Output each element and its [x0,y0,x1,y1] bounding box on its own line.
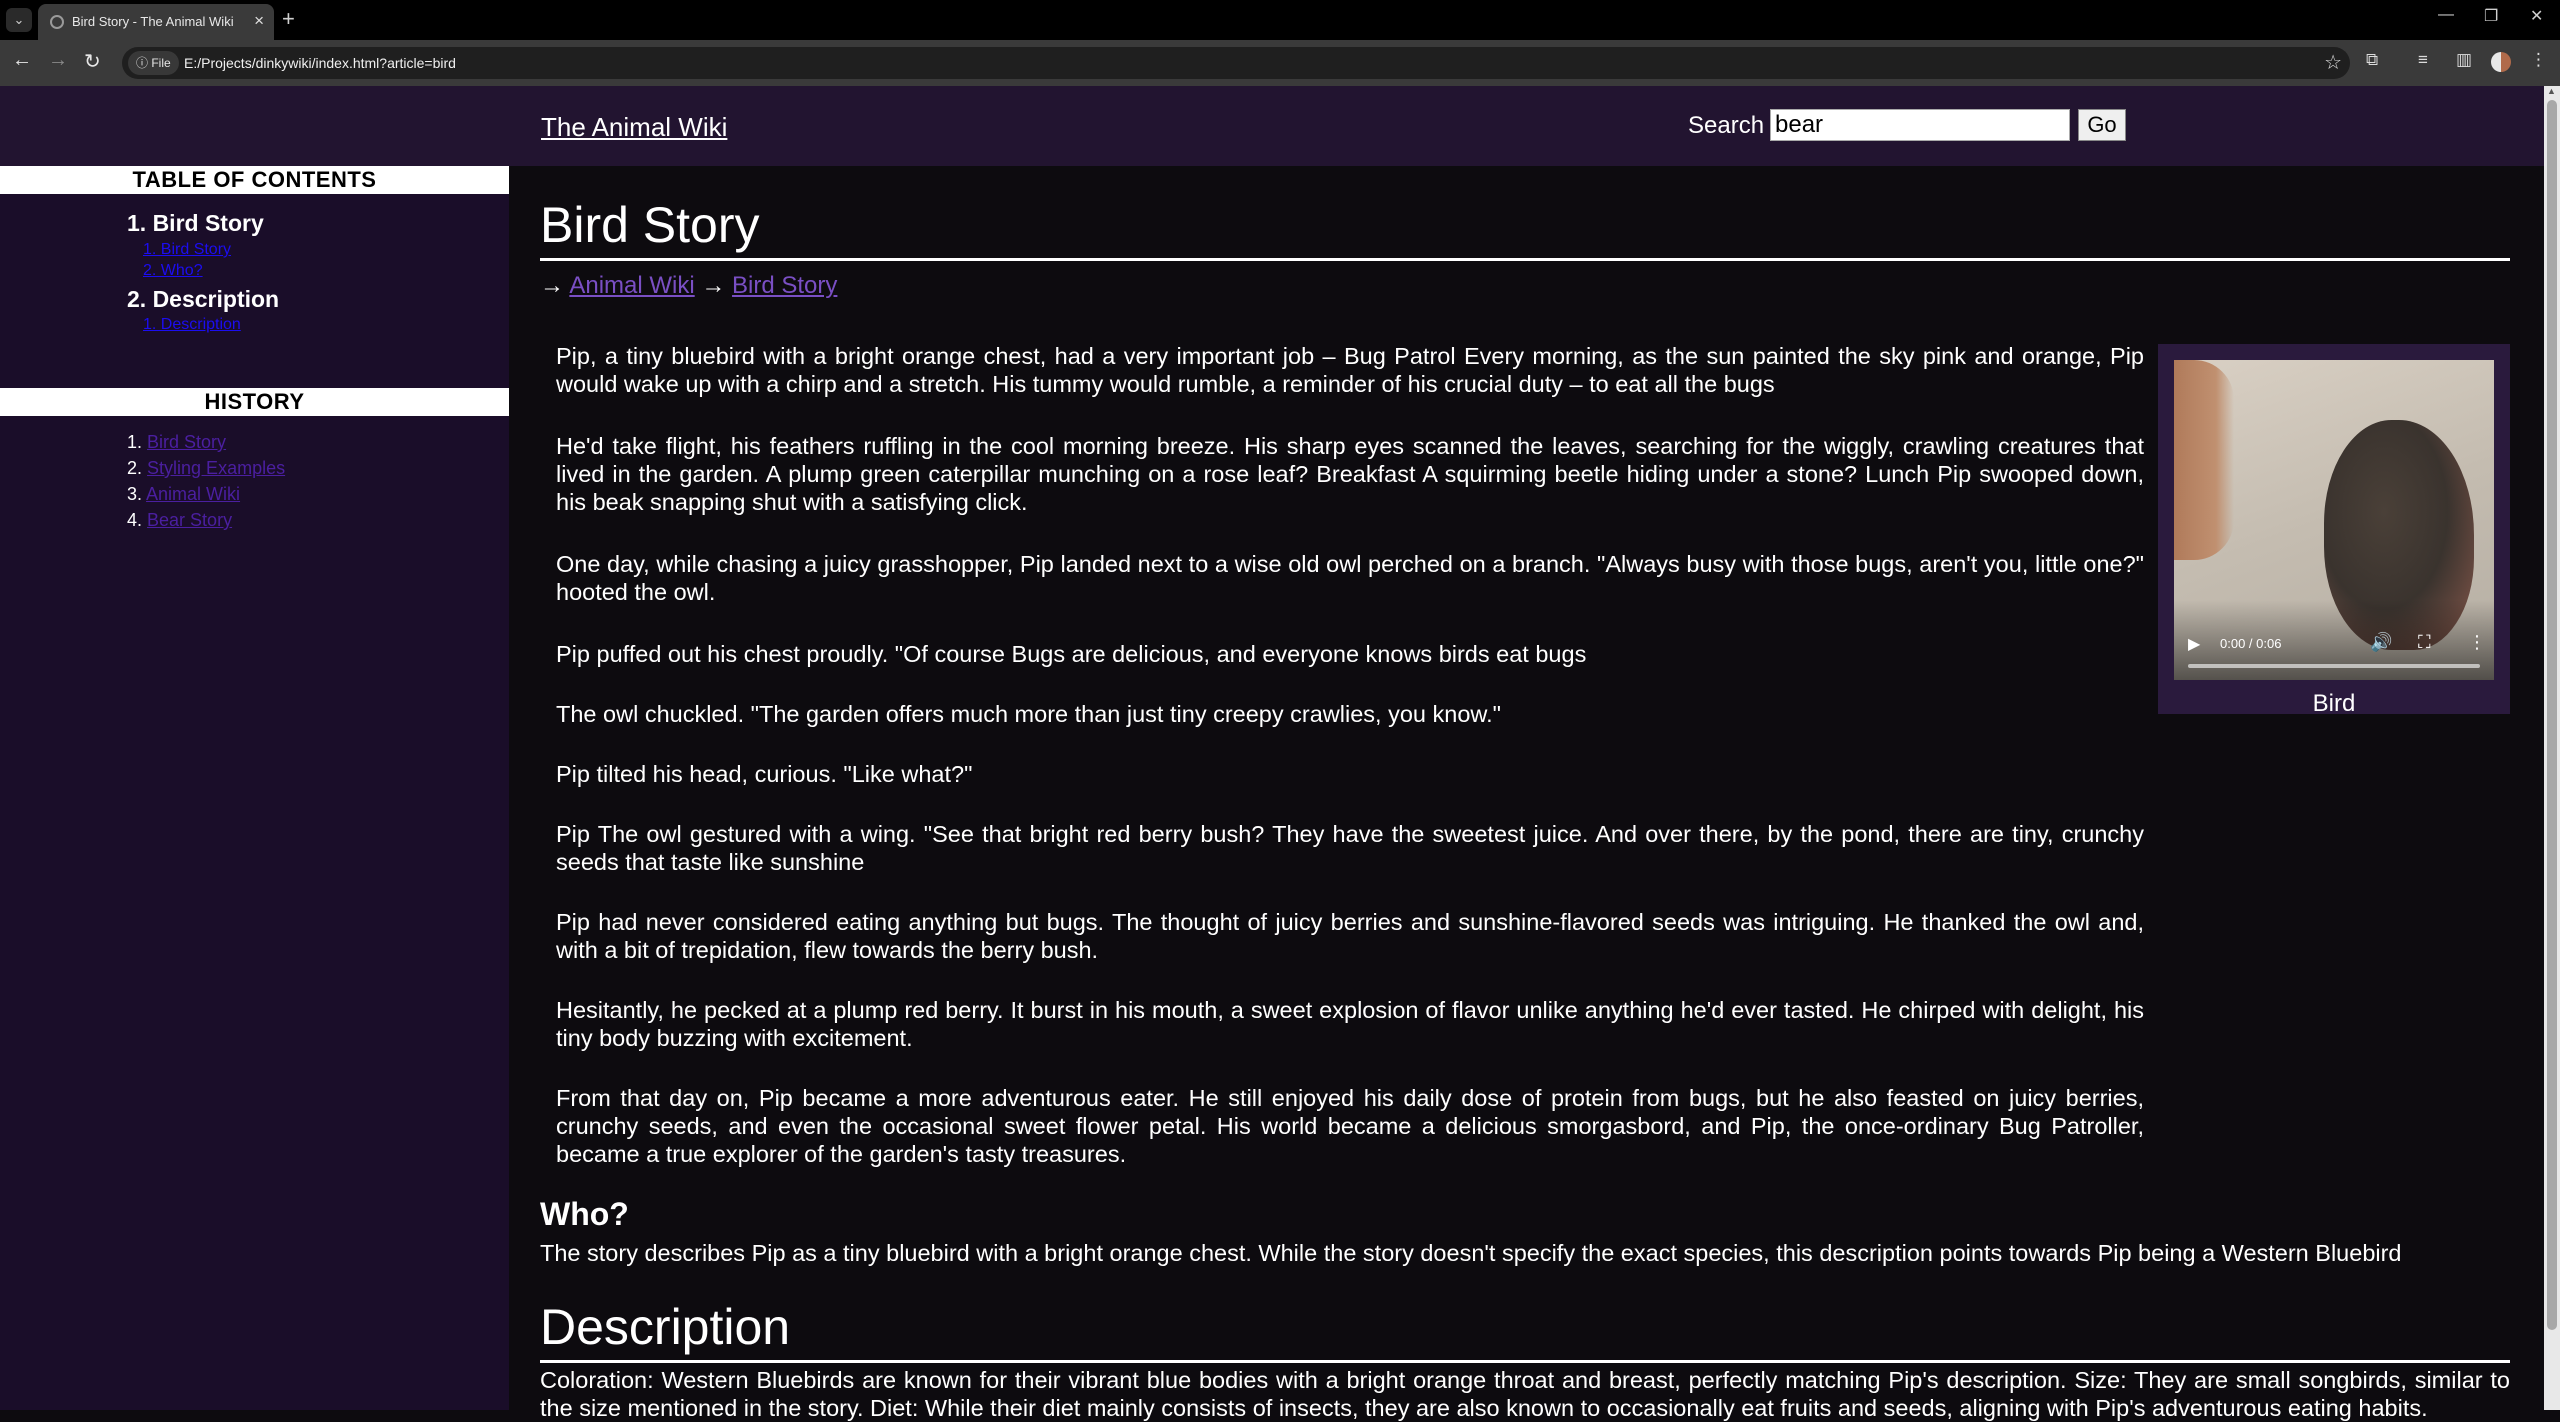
video-more-icon[interactable]: ⋮ [2468,632,2486,653]
history-heading: HISTORY [0,388,509,416]
toc-subitem-who[interactable]: 2. Who? [143,262,203,280]
breadcrumb-arrow: → [540,272,564,299]
address-bar[interactable]: ⓘ File E:/Projects/dinkywiki/index.html?… [122,47,2350,79]
browser-tab[interactable]: Bird Story - The Animal Wiki × [38,4,274,40]
who-text: The story describes Pip as a tiny bluebi… [540,1240,2402,1266]
story-paragraph: Pip had never considered eating anything… [556,909,2144,963]
site-info-label: File [151,56,171,70]
globe-icon [50,15,64,29]
search-input[interactable] [1770,109,2070,141]
volume-icon[interactable]: 🔊 [2370,632,2392,653]
toc-subitem-description[interactable]: 1. Description [143,316,241,334]
toc-item-description[interactable]: 2. Description [127,286,279,313]
scroll-up-icon[interactable]: ▲ [2547,86,2556,96]
article-title: Bird Story [540,196,2510,261]
go-button[interactable]: Go [2078,109,2126,141]
url-text[interactable]: E:/Projects/dinkywiki/index.html?article… [184,55,456,71]
story-paragraph: From that day on, Pip became a more adve… [556,1085,2144,1167]
story-paragraph: Pip, a tiny bluebird with a bright orang… [556,343,2144,397]
story-paragraph: Hesitantly, he pecked at a plump red ber… [556,997,2144,1051]
history-item-number: 2. [127,458,143,478]
bird-video[interactable]: ▶ 0:00 / 0:06 🔊 ⛶ ⋮ [2174,360,2494,680]
video-progress-bar[interactable] [2188,664,2480,668]
tab-close-icon[interactable]: × [254,11,264,31]
description-text: Coloration: Western Bluebirds are known … [540,1367,2510,1421]
side-panel-icon[interactable]: ▥ [2456,50,2472,70]
story-paragraph: Pip tilted his head, curious. "Like what… [556,761,973,787]
history-item: 1. Bird Story [127,432,226,453]
new-tab-icon[interactable]: + [282,6,295,32]
media-control-icon[interactable]: ≡ [2418,50,2428,70]
search-label: Search [1688,112,1765,139]
history-item: 2. Styling Examples [127,458,285,479]
close-window-icon[interactable]: ✕ [2530,6,2543,26]
fullscreen-icon[interactable]: ⛶ [2418,632,2431,653]
history-item: 4. Bear Story [127,510,232,531]
history-link-bear-story[interactable]: Bear Story [147,510,232,530]
breadcrumb-link-bird-story[interactable]: Bird Story [732,272,837,299]
forward-icon[interactable]: → [48,49,68,72]
description-heading: Description [540,1298,2510,1363]
tab-title: Bird Story - The Animal Wiki [72,14,234,29]
sidebar: TABLE OF CONTENTS 1. Bird Story 1. Bird … [0,166,509,1410]
story-paragraph: One day, while chasing a juicy grasshopp… [556,551,2144,605]
restore-icon[interactable]: ❐ [2484,6,2498,26]
site-info-chip[interactable]: ⓘ File [128,51,179,75]
tab-strip: ⌄ Bird Story - The Animal Wiki × + — ❐ ✕ [0,0,2560,40]
profile-avatar[interactable] [2491,52,2511,72]
history-item-number: 4. [127,510,143,530]
history-link-styling-examples[interactable]: Styling Examples [147,458,285,478]
video-controls: ▶ 0:00 / 0:06 🔊 ⛶ ⋮ [2174,600,2494,680]
scroll-thumb[interactable] [2547,100,2557,1330]
wiki-header: The Animal Wiki Search Go [0,86,2544,166]
story-paragraph: The owl chuckled. "The garden offers muc… [556,701,1501,727]
history-link-bird-story[interactable]: Bird Story [147,432,226,452]
figure-caption: Bird [2312,690,2356,717]
browser-menu-icon[interactable]: ⋮ [2530,50,2547,70]
bookmark-star-icon[interactable]: ☆ [2324,50,2342,75]
toc-heading: TABLE OF CONTENTS [0,166,509,194]
breadcrumb-link-animal-wiki[interactable]: Animal Wiki [569,272,694,299]
reload-icon[interactable]: ↻ [84,49,101,74]
breadcrumb-arrow: → [701,272,726,299]
toc-item-bird-story[interactable]: 1. Bird Story [127,210,264,237]
breadcrumb: → Animal Wiki → Bird Story [540,272,837,300]
video-figure: ▶ 0:00 / 0:06 🔊 ⛶ ⋮ Bird [2158,344,2510,717]
site-title-link[interactable]: The Animal Wiki [541,112,727,143]
toc-subitem-bird-story[interactable]: 1. Bird Story [143,241,231,259]
who-heading: Who? [540,1196,629,1232]
history-item-number: 3. [127,484,143,504]
minimize-icon[interactable]: — [2438,6,2454,24]
story-paragraph: Pip puffed out his chest proudly. "Of co… [556,641,1587,667]
story-paragraph: He'd take flight, his feathers ruffling … [556,433,2144,515]
video-time: 0:00 / 0:06 [2220,636,2282,651]
back-icon[interactable]: ← [12,49,32,72]
play-icon[interactable]: ▶ [2188,634,2200,654]
history-item-number: 1. [127,432,143,452]
extensions-icon[interactable]: ⧉ [2366,50,2378,70]
history-link-animal-wiki[interactable]: Animal Wiki [146,484,240,504]
tab-search-chevron-icon[interactable]: ⌄ [6,8,32,32]
browser-toolbar: ← → ↻ ⓘ File E:/Projects/dinkywiki/index… [0,40,2560,86]
video-frame-hand [2174,360,2234,560]
page-scrollbar[interactable]: ▲ [2544,86,2560,1410]
story-paragraph: Pip The owl gestured with a wing. "See t… [556,821,2144,875]
history-item: 3. Animal Wiki [127,484,240,505]
